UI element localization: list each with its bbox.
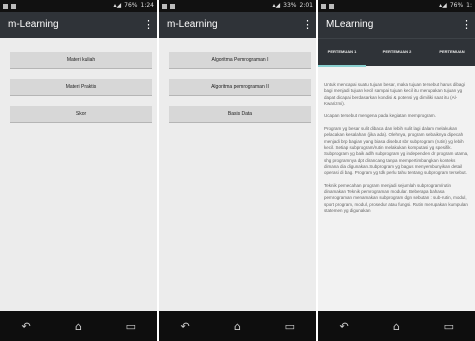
lesson-paragraph: Ucapan tersebut mengena pada kegiatan me… [324,113,436,119]
materi-praktis-button[interactable]: Materi Praktis [10,79,152,96]
overflow-menu-icon[interactable]: ⋮ [143,12,154,38]
app-title: MLearning [326,19,374,30]
battery-level: 76% [449,2,464,9]
signal-icon: ▴◢ [272,2,281,9]
menu-list: Materi kuliah Materi Praktis Skor [0,38,157,311]
recents-icon[interactable]: ▭ [440,320,458,333]
back-icon[interactable]: ↶ [335,320,353,333]
app-bar: m-Learning ⋮ [0,12,157,38]
nav-bar: ↶ ⌂ ▭ [159,311,316,341]
nav-bar: ↶ ⌂ ▭ [318,311,475,341]
status-bar: ▴◢ 76% 1:24 [0,0,157,12]
signal-icon: ▴◢ [113,2,122,9]
recents-icon[interactable]: ▭ [122,320,140,333]
overflow-menu-icon[interactable]: ⋮ [461,12,472,38]
materi-kuliah-button[interactable]: Materi kuliah [10,52,152,69]
lesson-paragraph: Program yg besar sulit dibaca dan lebih … [324,126,469,176]
home-icon[interactable]: ⌂ [387,320,405,333]
notification-icon [162,3,167,9]
notification-icon [321,3,326,9]
lesson-content[interactable]: Untuk mencapai suatu tujuan besar, maka … [318,66,475,311]
course-list: Algoritma Pemrograman I Algoritma pemrog… [159,38,316,311]
back-icon[interactable]: ↶ [17,320,35,333]
screen-main-menu: ▴◢ 76% 1:24 m-Learning ⋮ Materi kuliah M… [0,0,157,341]
lesson-paragraph: Untuk mencapai suatu tujuan besar, maka … [324,82,465,106]
recents-icon[interactable]: ▭ [281,320,299,333]
clock: 1:24 [140,2,154,9]
notification-icon [329,3,334,9]
tab-pertemuan-1[interactable]: PERTEMUAN 1 [318,39,366,67]
back-icon[interactable]: ↶ [176,320,194,333]
clock: 2:01 [299,2,313,9]
status-bar: ▴◢ 33% 2:01 [159,0,316,12]
tab-bar: PERTEMUAN 1 PERTEMUAN 2 PERTEMUAN [318,38,475,67]
algoritma-2-button[interactable]: Algoritma pemrograman II [169,79,311,96]
tab-pertemuan-2[interactable]: PERTEMUAN 2 [373,39,421,67]
basis-data-button[interactable]: Basis Data [169,106,311,123]
skor-button[interactable]: Skor [10,106,152,123]
screen-lesson: ▴◢ 76% 1: MLearning ⋮ PERTEMUAN 1 PERTEM… [318,0,475,341]
screen-course-list: ▴◢ 33% 2:01 m-Learning ⋮ Algoritma Pemro… [159,0,316,341]
notification-icon [170,3,175,9]
notification-icon [3,3,8,9]
battery-level: 76% [124,2,138,9]
tab-pertemuan-3[interactable]: PERTEMUAN [428,39,475,67]
nav-bar: ↶ ⌂ ▭ [0,311,157,341]
signal-icon: ▴◢ [439,2,447,9]
app-bar: m-Learning ⋮ [159,12,316,38]
notification-icon [11,3,16,9]
app-title: m-Learning [8,19,59,30]
app-title: m-Learning [167,19,218,30]
status-bar: ▴◢ 76% 1: [318,0,475,12]
algoritma-1-button[interactable]: Algoritma Pemrograman I [169,52,311,69]
home-icon[interactable]: ⌂ [228,320,246,333]
overflow-menu-icon[interactable]: ⋮ [302,12,313,38]
battery-level: 33% [283,2,297,9]
clock: 1: [466,2,472,9]
lesson-paragraph: Teknik pemecahan program menjadi sejumla… [324,182,468,213]
app-bar: MLearning ⋮ [318,12,475,38]
home-icon[interactable]: ⌂ [69,320,87,333]
